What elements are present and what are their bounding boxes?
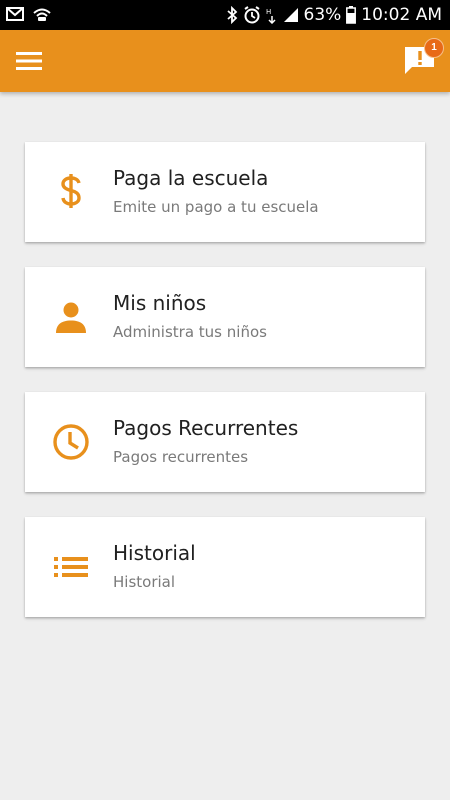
card-title: Paga la escuela — [113, 166, 269, 190]
card-title: Mis niños — [113, 291, 207, 315]
svg-text:H: H — [266, 8, 271, 16]
menu-card-pay-school[interactable]: Paga la escuela Emite un pago a tu escue… — [25, 142, 425, 242]
bluetooth-icon — [226, 6, 238, 24]
card-subtitle: Administra tus niños — [113, 323, 267, 341]
gmail-icon — [6, 7, 24, 21]
menu-card-history[interactable]: Historial Historial — [25, 517, 425, 617]
menu-card-my-children[interactable]: Mis niños Administra tus niños — [25, 267, 425, 367]
wifi-call-icon — [32, 6, 52, 22]
alarm-icon — [243, 6, 261, 24]
clock-time: 10:02 AM — [361, 5, 442, 25]
clock-icon — [51, 422, 91, 462]
list-icon — [51, 547, 91, 587]
battery-text: 63% — [303, 5, 342, 25]
card-title: Historial — [113, 541, 196, 565]
dollar-icon — [51, 172, 91, 212]
card-title: Pagos Recurrentes — [113, 416, 299, 440]
card-subtitle: Historial — [113, 573, 176, 591]
hamburger-icon — [16, 52, 42, 70]
status-right-icons: H 63% 10:02 AM — [226, 0, 442, 30]
hd-signal-icon: H — [266, 6, 278, 24]
battery-icon — [346, 6, 357, 24]
card-subtitle: Emite un pago a tu escuela — [113, 198, 319, 216]
person-icon — [51, 297, 91, 337]
card-subtitle: Pagos recurrentes — [113, 448, 249, 466]
status-bar: H 63% 10:02 AM — [0, 0, 450, 30]
menu-card-recurring-payments[interactable]: Pagos Recurrentes Pagos recurrentes — [25, 392, 425, 492]
notification-badge: 1 — [424, 38, 444, 58]
app-bar: 1 — [0, 30, 450, 92]
status-left-icons — [6, 6, 52, 22]
signal-icon — [283, 7, 299, 23]
notifications-button[interactable]: 1 — [402, 38, 444, 80]
menu-button[interactable] — [14, 47, 46, 75]
